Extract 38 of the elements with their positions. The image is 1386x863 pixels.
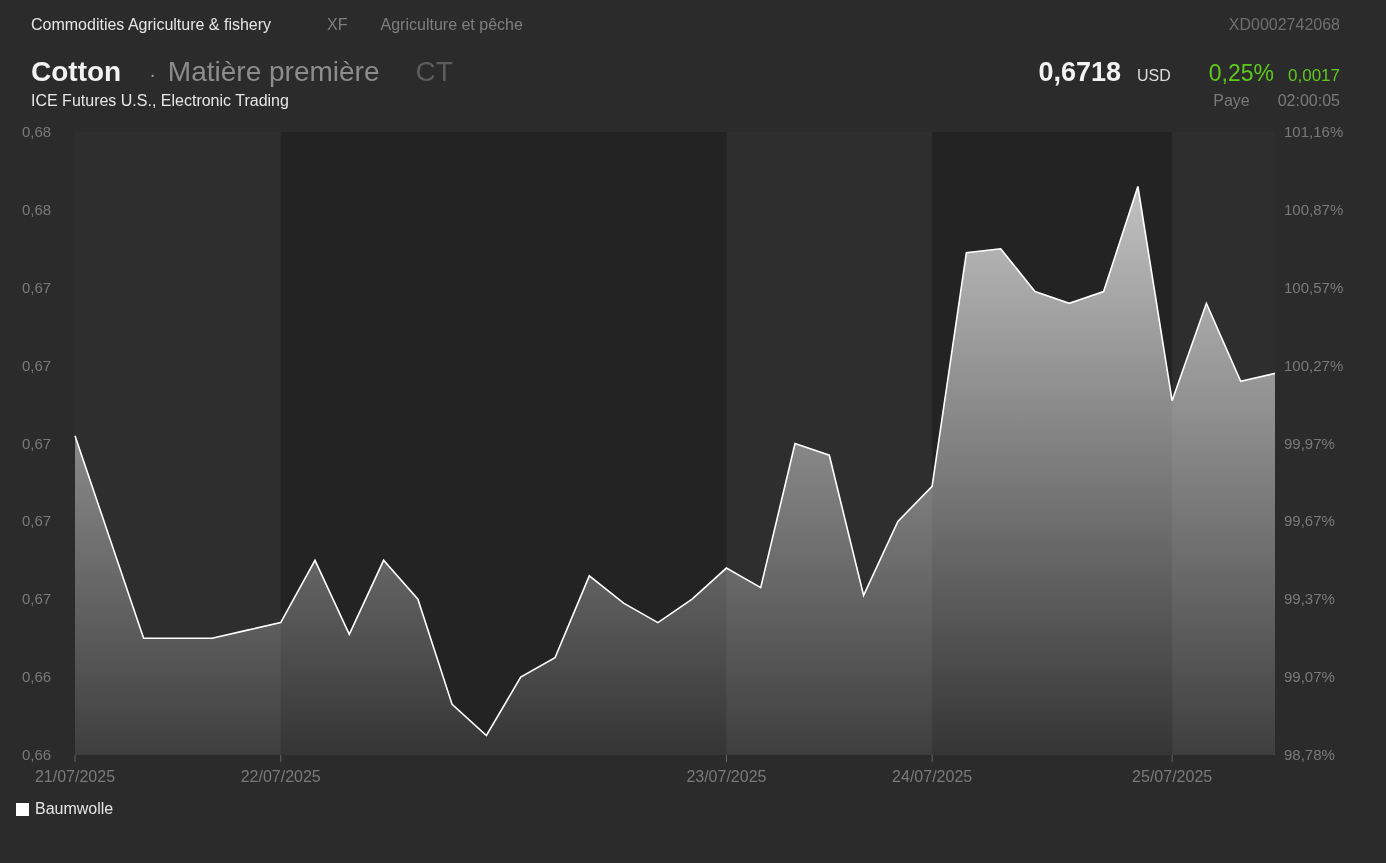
x-axis-label: 23/07/2025 <box>686 768 767 785</box>
y-axis-label: 0,67 <box>22 278 52 296</box>
last-price: 0,6718 <box>1038 57 1121 88</box>
y-axis-label: 0,67 <box>22 356 52 374</box>
separator-dot: · <box>149 63 156 86</box>
quote-time: 02:00:05 <box>1277 92 1340 110</box>
category-local-label: Agriculture et pêche <box>380 16 523 34</box>
y-axis-label: 0,66 <box>22 746 52 763</box>
instrument-type: Matière première <box>167 56 380 88</box>
y-axis-label: 0,67 <box>22 590 52 608</box>
instrument-name: Cotton <box>31 56 122 88</box>
currency-label: USD <box>1137 67 1171 85</box>
change-percent: 0,25% <box>1208 60 1274 87</box>
y-axis-label: 0,68 <box>22 124 52 140</box>
y-axis-label: 0,68 <box>22 200 52 218</box>
percent-axis-label: 100,57% <box>1284 278 1344 296</box>
percent-axis-label: 100,87% <box>1284 200 1344 218</box>
market-name: ICE Futures U.S., Electronic Trading <box>31 92 289 110</box>
status-label: Paye <box>1213 92 1250 110</box>
percent-axis-label: 98,78% <box>1284 746 1335 763</box>
y-axis-label: 0,67 <box>22 434 52 452</box>
legend-label: Baumwolle <box>35 800 114 818</box>
y-axis-label: 0,67 <box>22 512 52 530</box>
y-axis-label: 0,66 <box>22 668 52 686</box>
change-value: 0,0017 <box>1288 66 1340 86</box>
percent-axis-label: 99,07% <box>1284 668 1335 686</box>
x-axis-label: 24/07/2025 <box>892 768 973 785</box>
percent-axis-label: 99,97% <box>1284 434 1335 452</box>
x-axis-label: 22/07/2025 <box>240 768 321 785</box>
x-axis-label: 21/07/2025 <box>34 768 116 785</box>
x-axis-label: 25/07/2025 <box>1132 768 1213 785</box>
percent-axis-label: 99,67% <box>1284 512 1335 530</box>
percent-axis-label: 100,27% <box>1284 356 1344 374</box>
exchange-code: XF <box>327 16 348 34</box>
percent-axis-label: 101,16% <box>1284 124 1344 140</box>
category-label: Commodities Agriculture & fishery <box>31 16 272 34</box>
isin-code: XD0002742068 <box>1228 16 1340 34</box>
percent-axis-label: 99,37% <box>1284 590 1335 608</box>
